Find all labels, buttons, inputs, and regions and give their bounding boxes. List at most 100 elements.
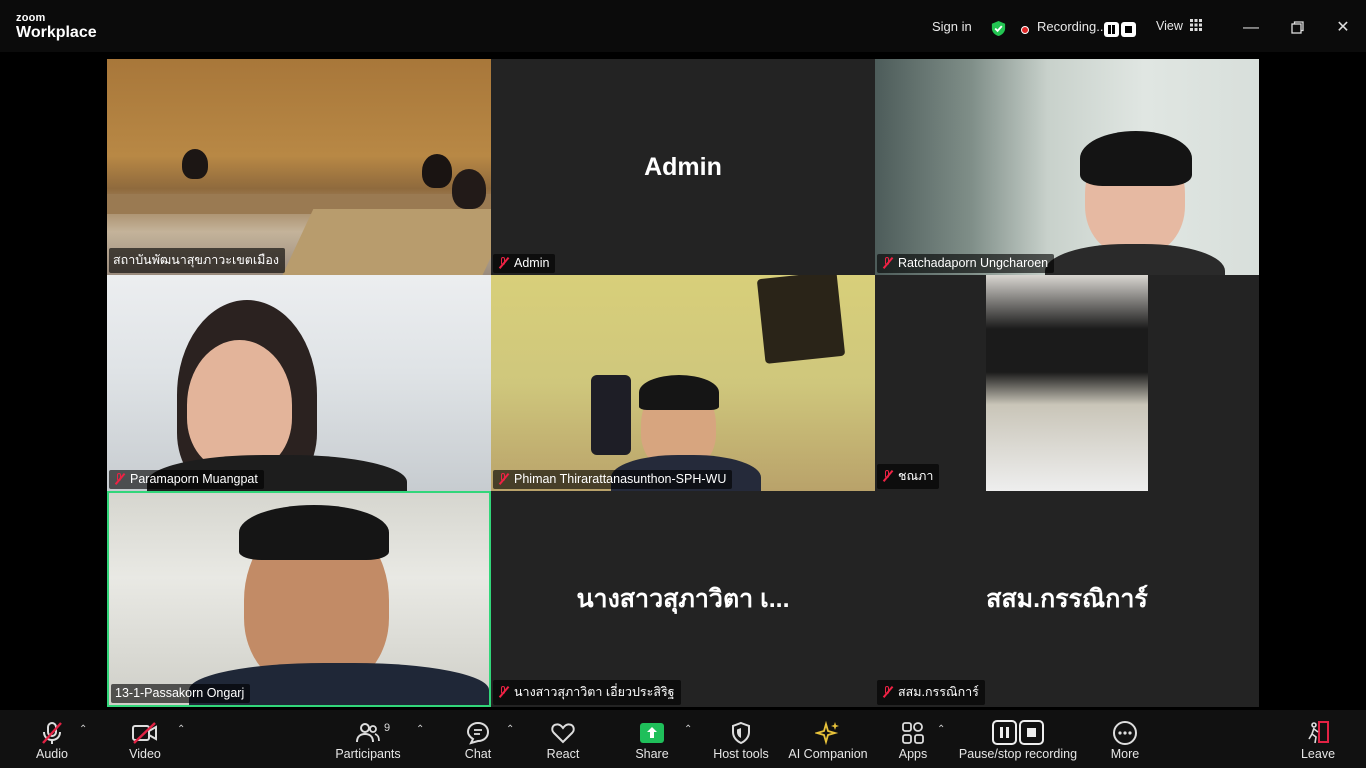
react-button[interactable]: React (542, 710, 584, 768)
mic-muted-icon (42, 722, 62, 744)
more-label: More (1110, 747, 1140, 761)
participant-tile[interactable]: Paramaporn Muangpat (107, 275, 491, 491)
participant-nameplate: สสม.กรรณิการ์ (877, 680, 985, 705)
participant-tile[interactable]: ชณภา (875, 275, 1259, 491)
participant-nameplate: นางสาวสุภาวิตา เอี่ยวประสิริฐ (493, 680, 681, 705)
grid-icon (1190, 19, 1203, 31)
participant-name: นางสาวสุภาวิตา เอี่ยวประสิริฐ (514, 685, 675, 699)
video-feed (491, 275, 875, 491)
apps-icon (902, 722, 924, 744)
apps-options-caret-icon[interactable]: ⌃ (937, 724, 945, 735)
participant-display-name: นางสาวสุภาวิตา เ... (576, 585, 790, 613)
restore-icon[interactable] (1283, 14, 1311, 42)
logo-workplace-text: Workplace (16, 24, 97, 41)
share-label: Share (635, 747, 669, 761)
close-icon[interactable]: ✕ (1329, 14, 1357, 42)
chat-button[interactable]: Chat (458, 710, 498, 768)
participant-nameplate: ชณภา (877, 464, 940, 489)
mic-muted-icon (881, 686, 893, 698)
participant-nameplate: 13-1-Passakorn Ongarj (111, 684, 251, 703)
participant-tile[interactable]: Ratchadaporn Ungcharoen (875, 59, 1259, 275)
audio-options-caret-icon[interactable]: ⌃ (79, 724, 87, 735)
participant-name: สสม.กรรณิการ์ (898, 685, 979, 699)
participant-tile[interactable]: Admin Admin (491, 59, 875, 275)
host-shield-icon (732, 721, 750, 745)
apps-label: Apps (898, 747, 928, 761)
video-feed (875, 59, 1259, 275)
participant-tile[interactable]: สถาบันพัฒนาสุขภาวะเขตเมือง (107, 59, 491, 275)
audio-label: Audio (36, 747, 68, 761)
participant-display-name: Admin (644, 152, 722, 181)
more-icon (1113, 721, 1137, 745)
participant-tile[interactable]: นางสาวสุภาวิตา เ... นางสาวสุภาวิตา เอี่ย… (491, 491, 875, 707)
stop-icon[interactable] (1121, 22, 1136, 37)
participant-name: Phiman Thirarattanasunthon-SPH-WU (514, 472, 727, 486)
participant-tile[interactable]: สสม.กรรณิการ์ สสม.กรรณิการ์ (875, 491, 1259, 707)
participant-name: Paramaporn Muangpat (130, 472, 258, 486)
participants-options-caret-icon[interactable]: ⌃ (416, 724, 424, 735)
view-button[interactable]: View (1156, 19, 1203, 33)
record-dot-icon (1021, 26, 1029, 34)
participant-tile-active-speaker[interactable]: 13-1-Passakorn Ongarj (107, 491, 491, 707)
leave-button[interactable]: Leave (1298, 710, 1338, 768)
heart-icon (551, 723, 575, 744)
participant-name: Admin (514, 256, 550, 270)
participant-nameplate: Ratchadaporn Ungcharoen (877, 254, 1055, 273)
share-options-caret-icon[interactable]: ⌃ (684, 724, 692, 735)
participant-name: 13-1-Passakorn Ongarj (115, 686, 245, 700)
audio-button[interactable]: Audio (28, 710, 76, 768)
video-feed (986, 275, 1148, 491)
share-button[interactable]: Share (632, 710, 672, 768)
participants-button[interactable]: Participants (334, 710, 402, 768)
title-bar: zoom Workplace Sign in Recording... View… (0, 0, 1366, 52)
mic-muted-icon (113, 473, 125, 485)
mic-muted-icon (497, 257, 509, 269)
more-button[interactable]: More (1104, 710, 1146, 768)
participant-nameplate: Admin (493, 254, 556, 273)
video-gallery: สถาบันพัฒนาสุขภาวะเขตเมือง Admin Admin R… (107, 59, 1259, 707)
participant-name: ชณภา (898, 469, 934, 483)
pause-stop-recording-button[interactable]: Pause/stop recording (958, 710, 1078, 768)
sign-in-link[interactable]: Sign in (932, 19, 972, 34)
participant-name: สถาบันพัฒนาสุขภาวะเขตเมือง (113, 253, 280, 267)
host-tools-button[interactable]: Host tools (710, 710, 772, 768)
pause-icon[interactable] (1104, 22, 1119, 37)
react-label: React (546, 747, 580, 761)
participants-count: 9 (384, 722, 391, 734)
recording-status: Recording... (1037, 19, 1108, 34)
minimize-icon[interactable]: — (1237, 14, 1265, 42)
leave-label: Leave (1300, 747, 1336, 761)
video-options-caret-icon[interactable]: ⌃ (177, 724, 185, 735)
chat-icon (466, 721, 490, 745)
participant-display-name: สสม.กรรณิการ์ (986, 585, 1148, 613)
participants-label: Participants (335, 747, 401, 761)
mic-muted-icon (881, 470, 893, 482)
pause-stop-recording-icon (992, 720, 1044, 745)
shield-check-icon[interactable] (990, 20, 1007, 37)
video-label: Video (129, 747, 161, 761)
mic-muted-icon (497, 686, 509, 698)
mic-muted-icon (881, 257, 893, 269)
participant-nameplate: Paramaporn Muangpat (109, 470, 264, 489)
host-tools-label: Host tools (713, 747, 769, 761)
video-button[interactable]: Video (120, 710, 170, 768)
leave-icon (1308, 721, 1329, 744)
ai-companion-label: AI Companion (788, 747, 868, 761)
chat-label: Chat (464, 747, 492, 761)
ai-sparkle-icon (815, 720, 839, 746)
logo-zoom-text: zoom (16, 12, 46, 24)
pause-stop-recording-label: Pause/stop recording (958, 747, 1078, 761)
share-screen-icon (640, 723, 664, 743)
view-label: View (1156, 19, 1183, 33)
ai-companion-button[interactable]: AI Companion (786, 710, 870, 768)
video-feed (107, 275, 491, 491)
participants-icon (356, 723, 380, 743)
video-feed (107, 59, 491, 275)
participant-tile[interactable]: Phiman Thirarattanasunthon-SPH-WU (491, 275, 875, 491)
chat-options-caret-icon[interactable]: ⌃ (506, 724, 514, 735)
participant-nameplate: Phiman Thirarattanasunthon-SPH-WU (493, 470, 733, 489)
mic-muted-icon (497, 473, 509, 485)
video-off-icon (132, 722, 157, 744)
apps-button[interactable]: Apps (894, 710, 932, 768)
participant-nameplate: สถาบันพัฒนาสุขภาวะเขตเมือง (109, 248, 286, 273)
